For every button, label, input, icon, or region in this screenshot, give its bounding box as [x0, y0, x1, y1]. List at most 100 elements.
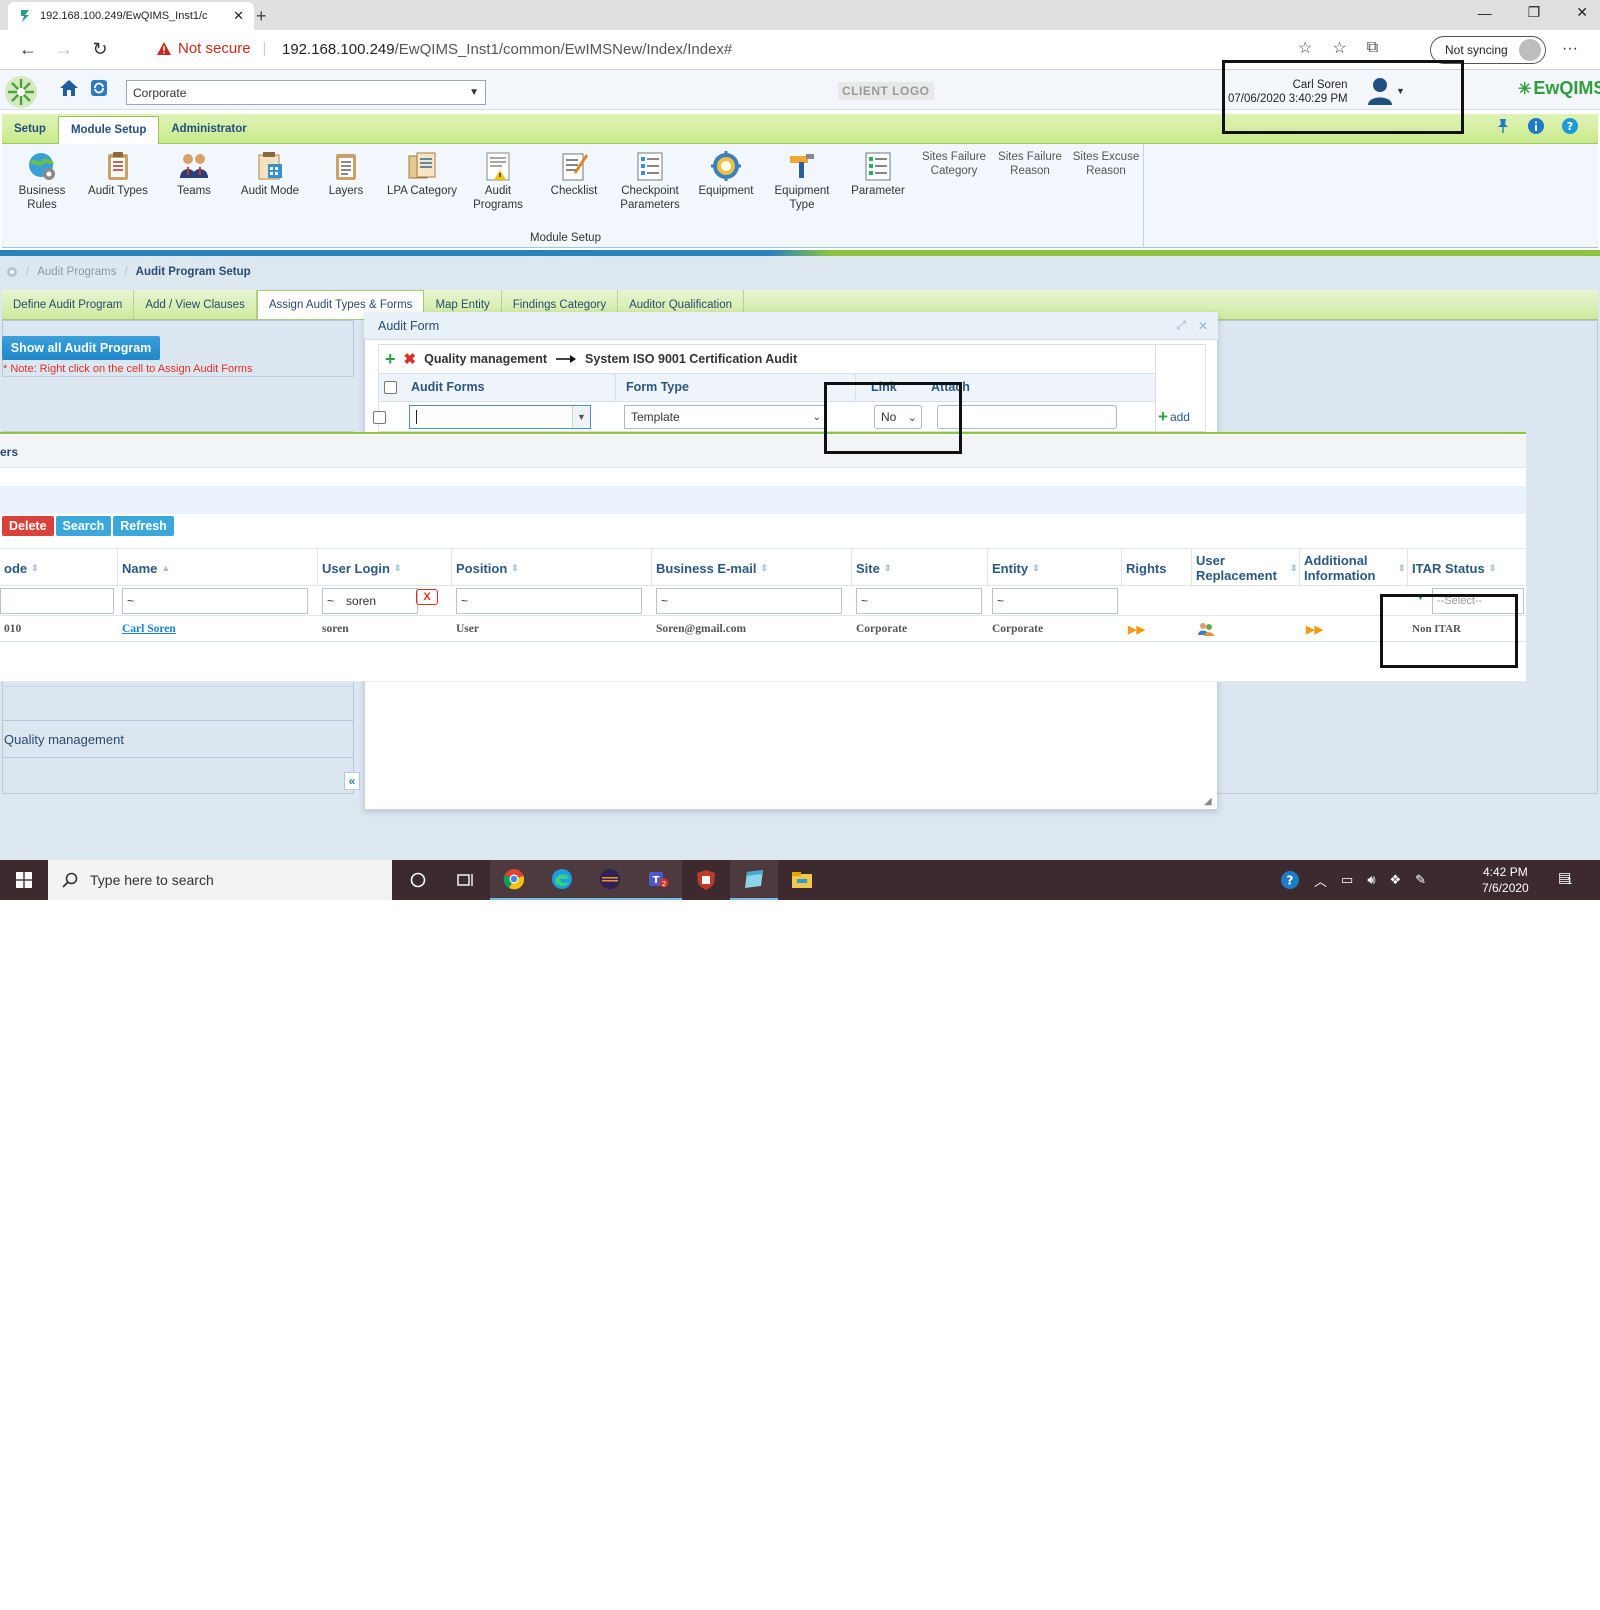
col-itar-status[interactable]: ITAR Status ⇕: [1408, 549, 1526, 587]
filter-site[interactable]: ~: [856, 588, 982, 614]
volume-icon[interactable]: 🔊︎: [1367, 872, 1375, 888]
ribbon-item-teams[interactable]: Teams: [156, 146, 232, 198]
chevron-up-icon[interactable]: ︿: [1314, 871, 1327, 890]
collapse-panel-button[interactable]: «: [344, 772, 360, 790]
url-field[interactable]: 192.168.100.249/EwQIMS_Inst1/common/EwIM…: [282, 41, 732, 58]
filter-code[interactable]: [0, 588, 114, 614]
close-icon[interactable]: ✕: [1198, 319, 1208, 333]
tab-module-setup[interactable]: Module Setup: [57, 115, 160, 144]
table-row[interactable]: 010 Carl Soren soren User Soren@gmail.co…: [0, 616, 1526, 642]
eclipse-icon[interactable]: [586, 860, 634, 900]
help-icon[interactable]: ?: [1562, 118, 1578, 134]
breadcrumb-home-icon[interactable]: [6, 266, 18, 278]
dialog-titlebar[interactable]: Audit Form ⤢ ✕: [364, 312, 1218, 340]
clear-filter-button[interactable]: X: [416, 589, 438, 605]
pen-icon[interactable]: ✎: [1415, 872, 1426, 888]
subtab-define-audit-program[interactable]: Define Audit Program: [2, 290, 135, 319]
new-tab-button[interactable]: +: [256, 6, 267, 27]
teams-icon[interactable]: T2: [634, 860, 682, 900]
col-user-login[interactable]: User Login ⇕: [318, 549, 452, 587]
breadcrumb-parent[interactable]: Audit Programs: [37, 266, 116, 278]
ribbon-item-audit-mode[interactable]: Audit Mode: [232, 146, 308, 198]
back-icon[interactable]: ←: [10, 39, 46, 60]
tab-administrator[interactable]: Administrator: [159, 115, 258, 143]
security-app-icon[interactable]: [682, 860, 730, 900]
maximize-icon[interactable]: ⤢: [1176, 318, 1186, 333]
refresh-icon[interactable]: [90, 79, 108, 97]
taskbar-clock[interactable]: 4:42 PM 7/6/2020: [1482, 864, 1529, 896]
ribbon-item-layers[interactable]: Layers: [308, 146, 384, 198]
ribbon-item-equipment[interactable]: Equipment: [688, 146, 764, 198]
search-button[interactable]: Search: [55, 516, 112, 536]
col-business-email[interactable]: Business E-mail ⇕: [652, 549, 852, 587]
rights-arrow-icon[interactable]: ▶▶: [1124, 616, 1145, 642]
user-replacement-icon[interactable]: [1194, 616, 1214, 642]
cell-name-link[interactable]: Carl Soren: [118, 616, 176, 642]
filter-business-email[interactable]: ~: [656, 588, 842, 614]
col-audit-forms[interactable]: Audit Forms: [411, 374, 485, 401]
form-type-select[interactable]: Template ⌄: [624, 405, 826, 429]
ribbon-item-sites-failure-category[interactable]: Sites Failure Category: [916, 146, 992, 178]
tab-setup[interactable]: Setup: [2, 115, 58, 143]
browser-menu-button[interactable]: ···: [1562, 40, 1578, 58]
home-icon[interactable]: [58, 78, 80, 98]
edge-icon[interactable]: [538, 860, 586, 900]
ribbon-item-checkpoint-parameters[interactable]: Checkpoint Parameters: [612, 146, 688, 212]
audit-forms-combo[interactable]: ▼: [409, 405, 591, 429]
cortana-icon[interactable]: [394, 860, 442, 900]
col-position[interactable]: Position ⇕: [452, 549, 652, 587]
ribbon-item-equipment-type[interactable]: Equipment Type: [764, 146, 840, 212]
reload-icon[interactable]: ↻: [82, 39, 118, 60]
browser-tab[interactable]: 192.168.100.249/EwQIMS_Inst1/c ✕: [8, 2, 254, 30]
minimize-icon[interactable]: —: [1478, 5, 1492, 21]
col-user-replacement[interactable]: User Replacement ⇕: [1192, 549, 1300, 587]
start-button[interactable]: [0, 860, 48, 900]
filter-entity[interactable]: ~: [992, 588, 1118, 614]
additional-info-arrow-icon[interactable]: ▶▶: [1302, 616, 1323, 642]
tab-close-icon[interactable]: ✕: [233, 8, 244, 24]
help-tray-icon[interactable]: ?: [1280, 870, 1300, 890]
row-checkbox[interactable]: [373, 411, 386, 424]
ribbon-item-sites-failure-reason[interactable]: Sites Failure Reason: [992, 146, 1068, 178]
filter-user-login[interactable]: ~ soren: [322, 588, 418, 614]
app-logo-icon[interactable]: [2, 74, 40, 110]
corporate-select[interactable]: Corporate ▼: [126, 80, 486, 105]
task-view-icon[interactable]: [442, 860, 490, 900]
col-form-type[interactable]: Form Type: [626, 374, 689, 401]
dropbox-icon[interactable]: ❖: [1390, 872, 1402, 888]
notification-center-icon[interactable]: ▤ 1: [1558, 868, 1572, 887]
close-window-icon[interactable]: ✕: [1576, 4, 1588, 21]
favorites-list-icon[interactable]: ☆: [1332, 38, 1346, 58]
col-entity[interactable]: Entity ⇕: [988, 549, 1122, 587]
refresh-button[interactable]: Refresh: [113, 516, 174, 536]
favorite-star-icon[interactable]: ☆: [1298, 38, 1312, 58]
select-all-checkbox[interactable]: [384, 381, 397, 394]
show-all-audit-program-button[interactable]: Show all Audit Program: [2, 336, 160, 360]
security-indicator[interactable]: Not secure |: [156, 40, 266, 57]
forward-icon[interactable]: →: [46, 39, 82, 60]
ribbon-item-audit-programs[interactable]: Audit Programs: [460, 146, 536, 212]
pin-icon[interactable]: [1496, 118, 1510, 134]
ribbon-item-sites-excuse-reason[interactable]: Sites Excuse Reason: [1068, 146, 1144, 178]
ribbon-item-parameter[interactable]: Parameter: [840, 146, 916, 198]
ribbon-item-checklist[interactable]: Checklist: [536, 146, 612, 198]
filter-name[interactable]: ~: [122, 588, 308, 614]
notes-app-icon[interactable]: [730, 860, 778, 900]
info-icon[interactable]: [1528, 118, 1544, 134]
delete-row-icon[interactable]: ✖: [404, 350, 417, 368]
subtab-add-view-clauses[interactable]: Add / View Clauses: [134, 290, 257, 319]
restore-icon[interactable]: ❐: [1528, 4, 1541, 21]
filter-position[interactable]: ~: [456, 588, 642, 614]
chrome-icon[interactable]: [490, 860, 538, 900]
col-code[interactable]: ode ⇕: [0, 549, 118, 587]
add-form-button[interactable]: + add: [1158, 407, 1190, 427]
col-name[interactable]: Name ▲: [118, 549, 318, 587]
file-explorer-icon[interactable]: [778, 860, 826, 900]
program-row-quality-management[interactable]: Quality management: [2, 720, 354, 758]
resize-handle-icon[interactable]: ◢: [1204, 796, 1212, 807]
attach-field[interactable]: [937, 405, 1117, 429]
ribbon-item-audit-types[interactable]: Audit Types: [80, 146, 156, 198]
collections-icon[interactable]: ⧉: [1367, 39, 1378, 57]
ribbon-item-business-rules[interactable]: Business Rules: [4, 146, 80, 212]
delete-button[interactable]: Delete: [2, 516, 54, 536]
